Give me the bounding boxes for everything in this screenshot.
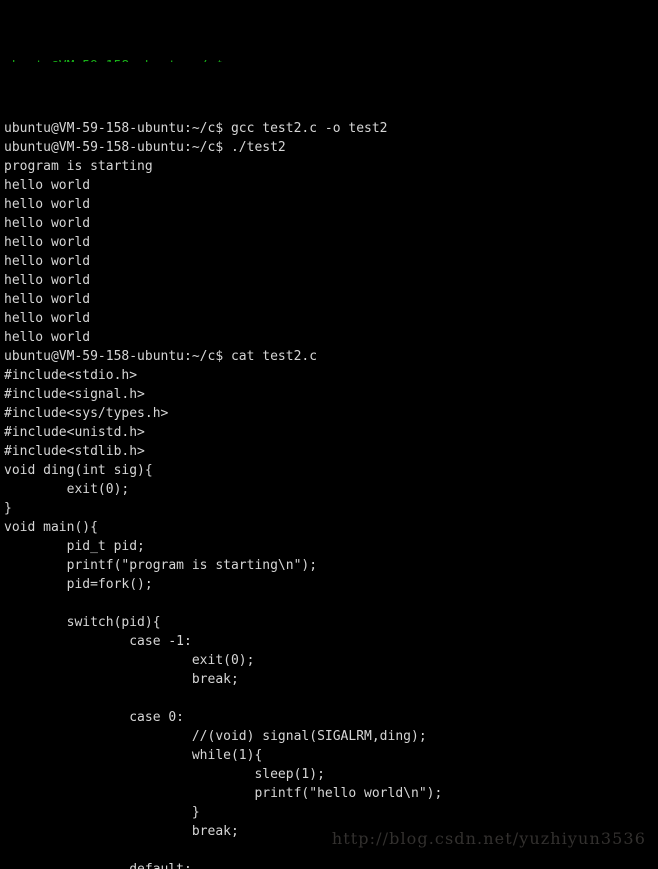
terminal-line: program is starting	[4, 159, 153, 174]
terminal-line: printf("hello world\n");	[4, 786, 443, 801]
terminal-line: #include<unistd.h>	[4, 425, 145, 440]
terminal-line: hello world	[4, 292, 91, 307]
terminal-line: #include<stdio.h>	[4, 368, 138, 383]
terminal-line: switch(pid){	[4, 615, 161, 630]
terminal-screen[interactable]: ubuntu@VM-59-158-ubuntu:~/c$ ubuntu@VM-5…	[4, 0, 658, 869]
terminal-line: case 0:	[4, 710, 185, 725]
terminal-line: printf("program is starting\n");	[4, 558, 318, 573]
terminal-line: hello world	[4, 330, 91, 345]
terminal-window[interactable]: ubuntu@VM-59-158-ubuntu:~/c$ ubuntu@VM-5…	[0, 0, 658, 869]
terminal-line: #include<signal.h>	[4, 387, 145, 402]
terminal-line: ubuntu@VM-59-158-ubuntu:~/c$ gcc test2.c…	[4, 121, 388, 136]
terminal-line-clipped-top: ubuntu@VM-59-158-ubuntu:~/c$	[4, 57, 658, 62]
terminal-line: ubuntu@VM-59-158-ubuntu:~/c$ cat test2.c	[4, 349, 318, 364]
terminal-line: hello world	[4, 178, 91, 193]
terminal-line: hello world	[4, 273, 91, 288]
terminal-line: void main(){	[4, 520, 98, 535]
terminal-line: hello world	[4, 254, 91, 269]
terminal-line: hello world	[4, 311, 91, 326]
terminal-line: #include<sys/types.h>	[4, 406, 169, 421]
watermark-url: http://blog.csdn.net/yuzhiyun3536	[331, 829, 646, 848]
terminal-line: while(1){	[4, 748, 263, 763]
terminal-line: hello world	[4, 216, 91, 231]
terminal-line: ubuntu@VM-59-158-ubuntu:~/c$ ./test2	[4, 140, 286, 155]
terminal-line: case -1:	[4, 634, 192, 649]
terminal-line: default:	[4, 860, 658, 869]
terminal-line: hello world	[4, 235, 91, 250]
terminal-line: pid_t pid;	[4, 539, 145, 554]
terminal-line: pid=fork();	[4, 577, 153, 592]
terminal-line: exit(0);	[4, 482, 130, 497]
terminal-line: hello world	[4, 197, 91, 212]
terminal-line: }	[4, 805, 200, 820]
terminal-line: sleep(1);	[4, 767, 325, 782]
terminal-line: }	[4, 501, 12, 516]
terminal-line: break;	[4, 672, 239, 687]
terminal-line: exit(0);	[4, 653, 255, 668]
terminal-line: void ding(int sig){	[4, 463, 153, 478]
terminal-line: //(void) signal(SIGALRM,ding);	[4, 729, 427, 744]
terminal-line: #include<stdlib.h>	[4, 444, 145, 459]
terminal-output: ubuntu@VM-59-158-ubuntu:~/c$ gcc test2.c…	[4, 119, 658, 869]
